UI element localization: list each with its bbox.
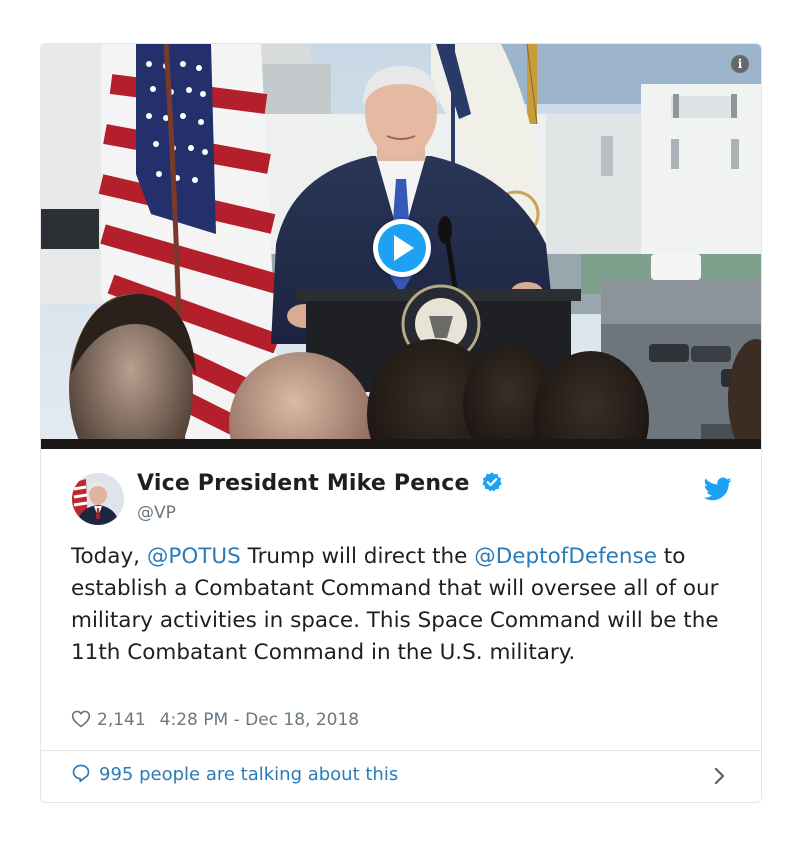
embedded-tweet-card: i Vice President Mike Pence @VP Today, @…: [40, 43, 762, 803]
tweet-text-part: Today,: [71, 544, 147, 569]
tweet-meta-row: 2,141 4:28 PM - Dec 18, 2018: [71, 709, 359, 730]
like-count[interactable]: 2,141: [97, 710, 146, 730]
tweet-text-part: Trump will direct the: [240, 544, 475, 569]
play-button[interactable]: [373, 219, 431, 277]
info-icon[interactable]: i: [731, 55, 749, 73]
verified-badge-icon: [482, 472, 502, 492]
chevron-right-icon[interactable]: [713, 766, 727, 786]
conversation-link-label[interactable]: 995 people are talking about this: [99, 764, 398, 785]
comment-bubble-icon: [72, 764, 90, 783]
twitter-bird-icon[interactable]: [704, 477, 732, 501]
play-icon: [394, 235, 414, 261]
avatar[interactable]: [72, 473, 124, 525]
author-display-name[interactable]: Vice President Mike Pence: [137, 471, 470, 496]
tweet-text: Today, @POTUS Trump will direct the @Dep…: [71, 541, 741, 669]
conversation-link[interactable]: 995 people are talking about this: [71, 763, 398, 785]
tweet-timestamp[interactable]: 4:28 PM - Dec 18, 2018: [160, 710, 359, 730]
mention-link-deptofdefense[interactable]: @DeptofDefense: [474, 544, 657, 569]
heart-icon[interactable]: [71, 709, 91, 728]
author-name-row[interactable]: Vice President Mike Pence: [137, 471, 503, 496]
tweet-header: Vice President Mike Pence @VP: [41, 449, 761, 539]
author-handle[interactable]: @VP: [137, 503, 176, 523]
mention-link-potus[interactable]: @POTUS: [147, 544, 241, 569]
tweet-video-thumbnail[interactable]: i: [41, 44, 761, 449]
avatar-image: [72, 473, 124, 525]
footer-divider: [41, 750, 761, 751]
